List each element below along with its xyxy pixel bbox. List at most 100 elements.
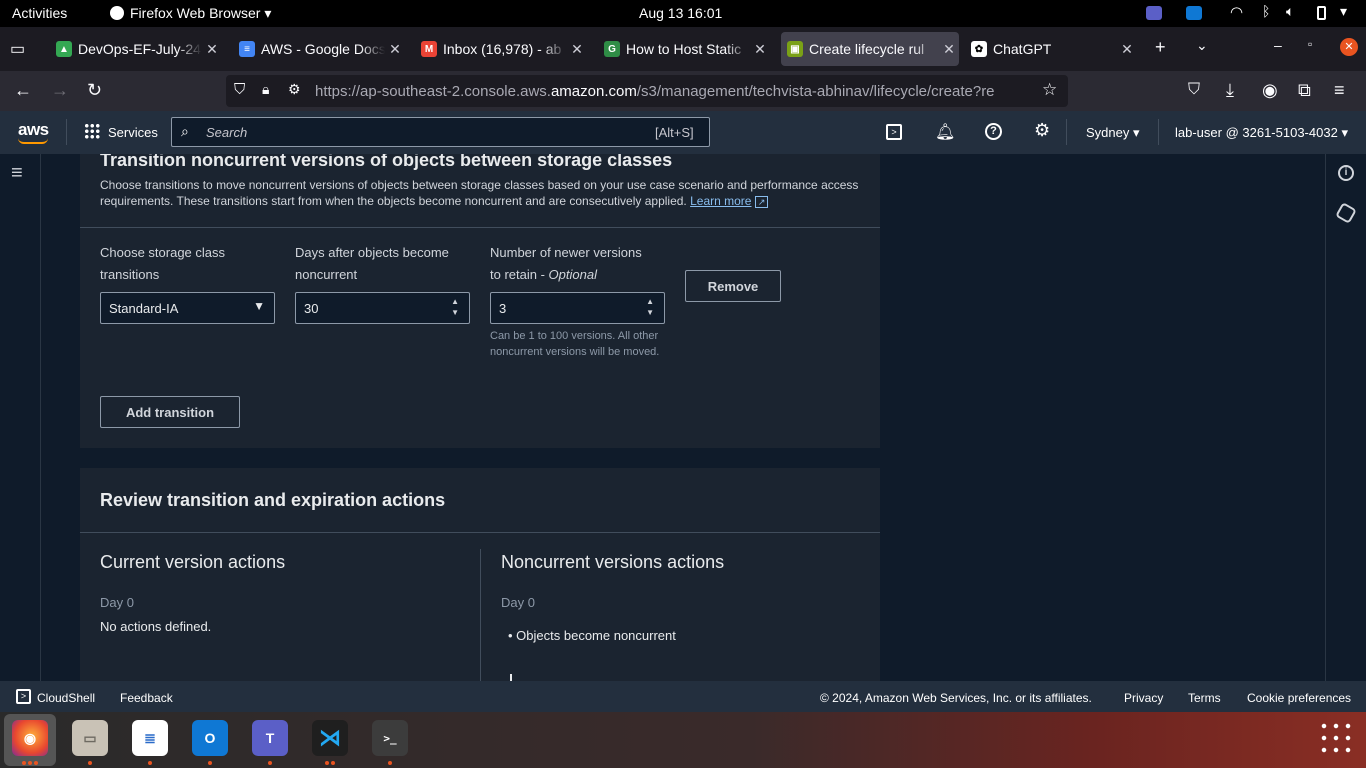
services-grid-icon[interactable] [84,123,100,139]
reload-icon[interactable]: ↻ [87,80,102,101]
s3-icon: ▣ [787,41,803,57]
tab-google-docs[interactable]: ≡ AWS - Google Docs ✕ [233,32,405,66]
privacy-link[interactable]: Privacy [1124,691,1163,705]
vscode-dock-icon[interactable]: ⋊ [312,720,348,756]
help-icon[interactable]: ? [985,123,1002,140]
noncurrent-item: • Objects become noncurrent [508,628,676,643]
wifi-icon[interactable]: ◠ [1230,3,1243,21]
extensions-icon[interactable]: ⧉ [1298,80,1311,101]
add-transition-button[interactable]: Add transition [100,396,240,428]
files-dock-icon[interactable]: ▭ [72,720,108,756]
app-menu[interactable]: Firefox Web Browser ▾ [110,5,271,22]
running-indicator [268,761,272,765]
outlook-tray-icon[interactable] [1186,6,1202,20]
feedback-link[interactable]: Feedback [120,691,173,705]
caret-down-icon: ▼ [253,299,265,313]
panel-title: Transition noncurrent versions of object… [100,154,673,170]
account-icon[interactable]: ◉ [1262,80,1278,101]
running-indicator [22,761,26,765]
close-tab-icon[interactable]: ✕ [385,41,405,58]
teams-tray-icon[interactable] [1146,6,1162,20]
new-tab-icon[interactable]: + [1155,37,1166,58]
downloads-icon[interactable]: ⤓ [1226,80,1234,101]
search-placeholder: Search [206,125,248,140]
running-indicator [88,761,92,765]
forward-icon[interactable]: → [51,80,69,101]
address-bar[interactable]: ⛉ 🔒︎ ⚙ https://ap-southeast-2.console.aw… [226,75,1068,107]
services-menu[interactable]: Services [108,125,158,140]
close-tab-icon[interactable]: ✕ [939,41,959,58]
clock[interactable]: Aug 13 16:01 [639,5,722,21]
storage-class-select[interactable]: Standard-IA ▼ [100,292,275,324]
header-divider [66,119,67,145]
aws-console-header: aws Services ⌕ Search [Alt+S] > 🔔︎ ? ⚙ S… [0,111,1366,154]
hamburger-menu-icon[interactable]: ≡ [11,162,23,185]
close-tab-icon[interactable]: ✕ [1117,41,1137,58]
settings-gear-icon[interactable]: ⚙ [1034,120,1050,141]
remove-button[interactable]: Remove [685,270,781,302]
divider [80,532,880,533]
stepper-icon[interactable]: ▲ ▼ [451,296,459,318]
notifications-bell-icon[interactable]: 🔔︎ [935,122,955,142]
system-menu-caret-icon[interactable]: ▾ [1340,3,1347,20]
close-tab-icon[interactable]: ✕ [750,41,770,58]
cookie-preferences-link[interactable]: Cookie preferences [1247,691,1351,705]
aws-logo[interactable]: aws [18,120,49,140]
close-tab-icon[interactable]: ✕ [567,41,587,58]
search-input[interactable]: ⌕ Search [Alt+S] [171,117,710,147]
drive-icon: ▲ [56,41,72,57]
back-icon[interactable]: ← [14,80,32,101]
running-indicator [28,761,32,765]
cloudshell-link[interactable]: CloudShell [37,691,95,705]
list-tabs-icon[interactable]: ⌄ [1196,37,1208,54]
close-tab-icon[interactable]: ✕ [202,41,222,58]
running-indicator [325,761,329,765]
show-apps-grid-icon[interactable] [1318,720,1354,756]
stepper-icon[interactable]: ▲ ▼ [646,296,654,318]
teams-dock-icon[interactable]: T [252,720,288,756]
terminal-dock-icon[interactable]: >_ [372,720,408,756]
outlook-dock-icon[interactable]: O [192,720,228,756]
info-icon[interactable]: i [1338,165,1354,181]
lock-icon[interactable]: 🔒︎ [262,81,269,98]
cloudshell-icon[interactable]: > [886,124,902,140]
shield-icon[interactable]: ⛉ [234,81,245,98]
column-divider [480,549,481,681]
learn-more-link[interactable]: Learn more [690,194,751,208]
current-day: Day 0 [100,595,134,610]
region-selector[interactable]: Sydney ▾ [1086,125,1140,141]
versions-input[interactable]: 3 ▲ ▼ [490,292,665,324]
close-window-icon[interactable]: ✕ [1340,38,1358,56]
terms-link[interactable]: Terms [1188,691,1221,705]
pocket-icon[interactable]: ⛉ [1188,81,1200,99]
hexagon-icon[interactable] [1335,202,1357,224]
caret-down-icon: ▾ [1133,125,1140,140]
running-indicator [331,761,335,765]
url-text[interactable]: https://ap-southeast-2.console.aws.amazo… [315,83,1035,100]
firefox-view-icon[interactable]: ▭ [10,39,25,59]
header-divider [1066,119,1067,145]
bluetooth-icon[interactable]: ᛒ [1262,3,1270,19]
days-label: Days after objects become noncurrent [295,245,449,282]
tab-how-to-host[interactable]: G How to Host Static ✕ [598,32,770,66]
current-none: No actions defined. [100,619,212,634]
menu-icon[interactable]: ≡ [1334,80,1345,101]
tab-chatgpt[interactable]: ✿ ChatGPT ✕ [965,32,1137,66]
days-input[interactable]: 30 ▲ ▼ [295,292,470,324]
activities-button[interactable]: Activities [12,5,67,21]
bookmark-star-icon[interactable]: ☆ [1042,80,1057,100]
account-menu[interactable]: lab-user @ 3261-5103-4032 ▾ [1175,125,1348,141]
cloudshell-icon[interactable]: > [16,689,31,704]
tab-devops[interactable]: ▲ DevOps-EF-July-24 ✕ [50,32,222,66]
writer-dock-icon[interactable]: ≣ [132,720,168,756]
versions-label: Number of newer versions to retain - Opt… [490,245,642,282]
battery-icon[interactable] [1317,6,1326,20]
navigation-toolbar: ← → ↻ ⛉ 🔒︎ ⚙ https://ap-southeast-2.cons… [0,71,1366,111]
maximize-icon[interactable]: ▫ [1308,37,1312,51]
permissions-icon[interactable]: ⚙ [288,81,301,98]
tab-create-lifecycle[interactable]: ▣ Create lifecycle rul ✕ [781,32,959,66]
tab-gmail[interactable]: M Inbox (16,978) - ab ✕ [415,32,587,66]
volume-icon[interactable]: 🔈︎ [1286,3,1294,20]
minimize-icon[interactable]: – [1274,37,1282,53]
firefox-dock-icon[interactable]: ◉ [12,720,48,756]
